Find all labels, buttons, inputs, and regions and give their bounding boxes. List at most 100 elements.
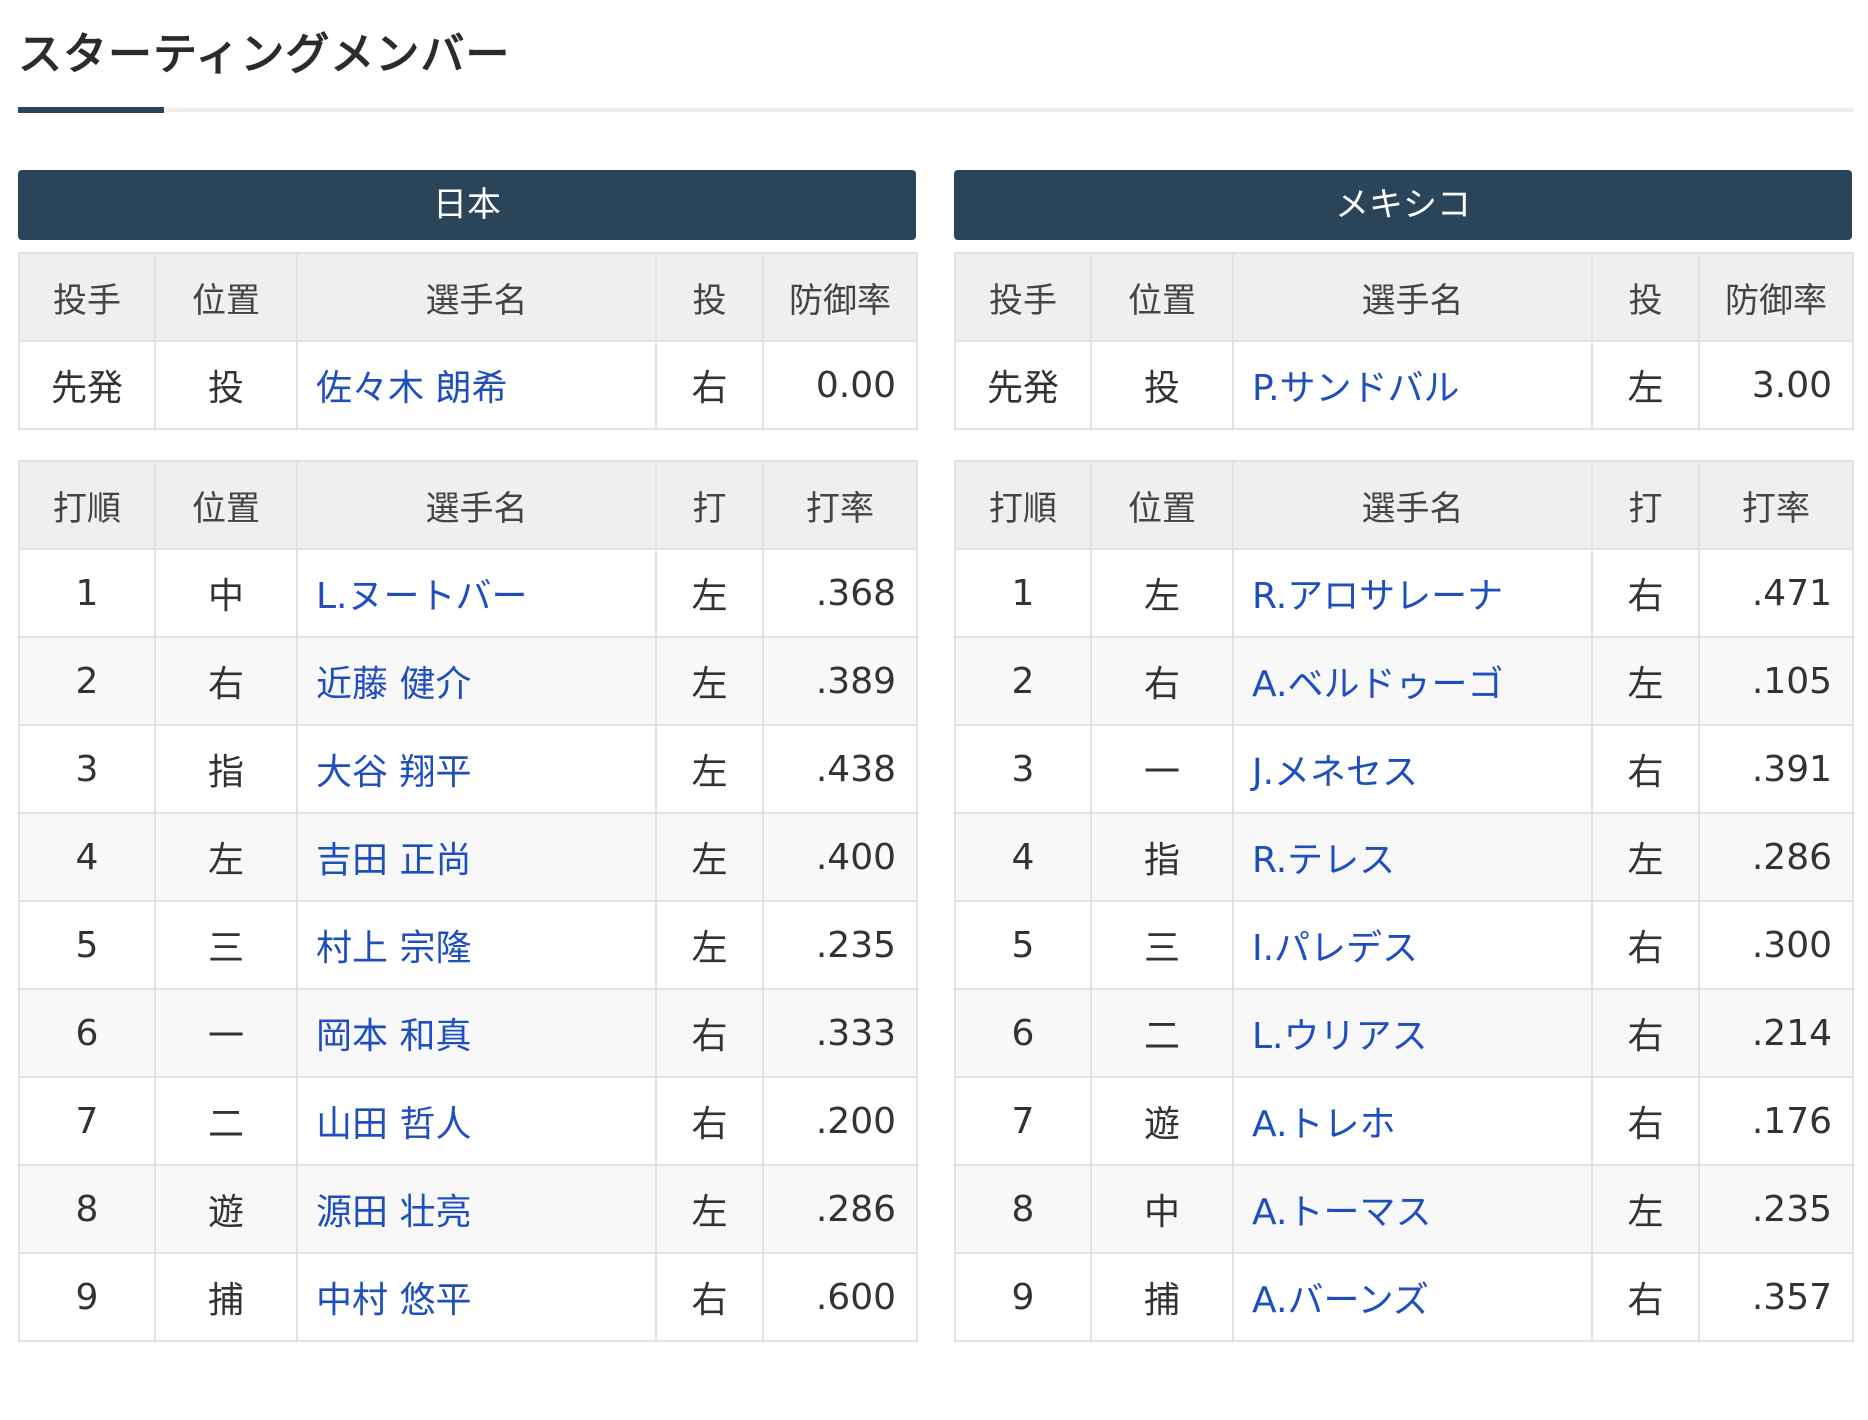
pitcher-row: 先発投佐々木 朗希右 0.00	[18, 340, 918, 430]
batter-bats-cell: 右	[1591, 724, 1700, 814]
batter-col-header: 位置	[1090, 460, 1234, 550]
batter-row: 3 一 J.メネセス右 .391	[954, 724, 1854, 814]
batter-bats-cell: 左	[655, 900, 764, 990]
pitcher-col-header: 投	[655, 252, 764, 342]
batting-order-table: 打順 位置 選手名打打率 1 中 L.ヌートバー左 .368 2 右近藤 健介左 .389 3 指大谷…	[18, 460, 918, 1342]
batter-row: 6 二 L.ウリアス右 .214	[954, 988, 1854, 1078]
batter-bats-cell: 右	[655, 1252, 764, 1342]
pitcher-col-header: 位置	[154, 252, 298, 342]
player-name-link[interactable]: 源田 壮亮	[296, 1164, 657, 1254]
batter-order-cell: 5	[18, 900, 156, 990]
player-name-link[interactable]: A.ベルドゥーゴ	[1232, 636, 1593, 726]
player-name-link[interactable]: L.ヌートバー	[296, 548, 657, 638]
batter-order-cell: 7	[18, 1076, 156, 1166]
batter-col-header: 選手名	[1232, 460, 1593, 550]
player-name-link[interactable]: P.サンドバル	[1232, 340, 1593, 430]
batter-order-cell: 5	[954, 900, 1092, 990]
player-name-link[interactable]: 吉田 正尚	[296, 812, 657, 902]
batter-pos-cell: 捕	[1090, 1252, 1234, 1342]
player-name-link[interactable]: J.メネセス	[1232, 724, 1593, 814]
team-name-header: 日本	[18, 170, 916, 240]
batter-row: 3 指大谷 翔平左 .438	[18, 724, 918, 814]
batter-pos-cell: 一	[154, 988, 298, 1078]
batter-row: 9 捕中村 悠平右 .600	[18, 1252, 918, 1342]
batter-avg-cell: .235	[1698, 1164, 1854, 1254]
batter-bats-cell: 右	[1591, 1252, 1700, 1342]
batter-row: 8 遊源田 壮亮左 .286	[18, 1164, 918, 1254]
pitcher-era-cell: 0.00	[762, 340, 918, 430]
batter-row: 4 左吉田 正尚左 .400	[18, 812, 918, 902]
batter-avg-cell: .105	[1698, 636, 1854, 726]
batter-order-cell: 9	[954, 1252, 1092, 1342]
team-japan-section: 日本 投手 位置 選手名投防御率 先発投佐々木 朗希右 0.00 打順 位置 選手名打打率 1 中 L…	[18, 170, 918, 1342]
batter-col-header: 打率	[1698, 460, 1854, 550]
player-name-link[interactable]: 近藤 健介	[296, 636, 657, 726]
batter-avg-cell: .389	[762, 636, 918, 726]
batter-pos-cell: 遊	[154, 1164, 298, 1254]
batter-order-cell: 6	[954, 988, 1092, 1078]
pitcher-col-header: 投手	[954, 252, 1092, 342]
player-name-link[interactable]: 山田 哲人	[296, 1076, 657, 1166]
batter-pos-cell: 右	[1090, 636, 1234, 726]
batter-avg-cell: .400	[762, 812, 918, 902]
batter-pos-cell: 左	[154, 812, 298, 902]
batter-order-cell: 2	[954, 636, 1092, 726]
batter-order-cell: 8	[18, 1164, 156, 1254]
batter-row: 6 一岡本 和真右 .333	[18, 988, 918, 1078]
batter-row: 1 左 R.アロサレーナ右 .471	[954, 548, 1854, 638]
batter-col-header: 位置	[154, 460, 298, 550]
batter-avg-cell: .438	[762, 724, 918, 814]
batter-avg-cell: .176	[1698, 1076, 1854, 1166]
batter-order-cell: 3	[18, 724, 156, 814]
batter-bats-cell: 左	[655, 1164, 764, 1254]
batter-bats-cell: 左	[1591, 1164, 1700, 1254]
player-name-link[interactable]: R.アロサレーナ	[1232, 548, 1593, 638]
batter-avg-cell: .391	[1698, 724, 1854, 814]
player-name-link[interactable]: A.バーンズ	[1232, 1252, 1593, 1342]
player-name-link[interactable]: 佐々木 朗希	[296, 340, 657, 430]
batter-bats-cell: 左	[655, 812, 764, 902]
team-name-header: メキシコ	[954, 170, 1852, 240]
batter-avg-cell: .286	[762, 1164, 918, 1254]
batter-avg-cell: .235	[762, 900, 918, 990]
batter-pos-cell: 遊	[1090, 1076, 1234, 1166]
batter-row: 4 指 R.テレス左 .286	[954, 812, 1854, 902]
batter-avg-cell: .286	[1698, 812, 1854, 902]
batter-pos-cell: 指	[154, 724, 298, 814]
pitcher-header-row: 投手 位置 選手名投防御率	[18, 252, 918, 342]
batter-order-cell: 1	[18, 548, 156, 638]
batter-row: 7 遊 A.トレホ右 .176	[954, 1076, 1854, 1166]
batter-bats-cell: 右	[1591, 548, 1700, 638]
player-name-link[interactable]: 中村 悠平	[296, 1252, 657, 1342]
pitcher-col-header: 選手名	[296, 252, 657, 342]
player-name-link[interactable]: A.トーマス	[1232, 1164, 1593, 1254]
player-name-link[interactable]: 村上 宗隆	[296, 900, 657, 990]
batter-pos-cell: 三	[1090, 900, 1234, 990]
player-name-link[interactable]: A.トレホ	[1232, 1076, 1593, 1166]
batter-avg-cell: .357	[1698, 1252, 1854, 1342]
pitcher-throws-cell: 右	[655, 340, 764, 430]
pitcher-era-cell: 3.00	[1698, 340, 1854, 430]
starting-pitcher-table: 投手 位置 選手名投防御率 先発投佐々木 朗希右 0.00	[18, 252, 918, 430]
batter-avg-cell: .600	[762, 1252, 918, 1342]
page-title: スターティングメンバー	[18, 29, 511, 80]
pitcher-row: 先発投 P.サンドバル左 3.00	[954, 340, 1854, 430]
batter-row: 1 中 L.ヌートバー左 .368	[18, 548, 918, 638]
batter-order-cell: 7	[954, 1076, 1092, 1166]
batter-row: 2 右近藤 健介左 .389	[18, 636, 918, 726]
pitcher-col-header: 位置	[1090, 252, 1234, 342]
player-name-link[interactable]: L.ウリアス	[1232, 988, 1593, 1078]
batter-col-header: 打率	[762, 460, 918, 550]
pitcher-col-header: 防御率	[1698, 252, 1854, 342]
batter-col-header: 選手名	[296, 460, 657, 550]
batter-avg-cell: .200	[762, 1076, 918, 1166]
batter-col-header: 打順	[954, 460, 1092, 550]
pitcher-col-header: 投	[1591, 252, 1700, 342]
batter-header-row: 打順 位置 選手名打打率	[954, 460, 1854, 550]
player-name-link[interactable]: I.パレデス	[1232, 900, 1593, 990]
player-name-link[interactable]: R.テレス	[1232, 812, 1593, 902]
batter-pos-cell: 中	[1090, 1164, 1234, 1254]
player-name-link[interactable]: 岡本 和真	[296, 988, 657, 1078]
pitcher-col-header: 投手	[18, 252, 156, 342]
player-name-link[interactable]: 大谷 翔平	[296, 724, 657, 814]
